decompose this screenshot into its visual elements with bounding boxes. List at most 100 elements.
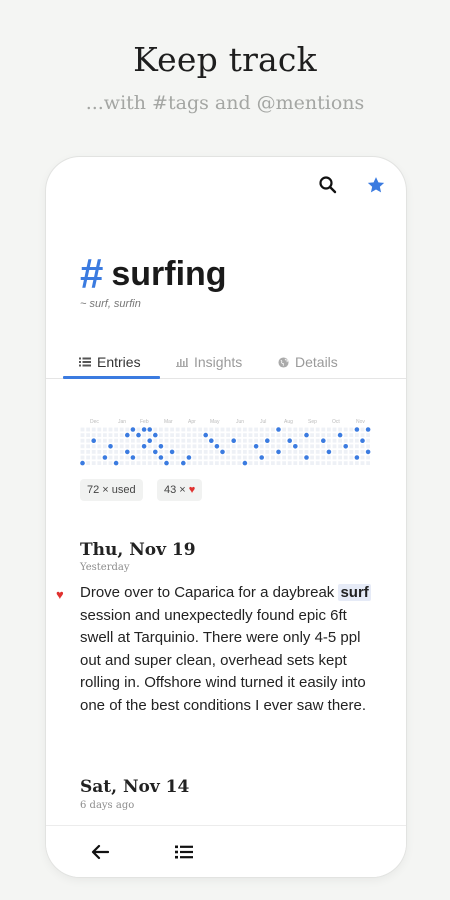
activity-cell bbox=[254, 461, 258, 465]
activity-dot bbox=[321, 438, 326, 443]
activity-cell bbox=[282, 444, 286, 449]
promo-title: Keep track bbox=[133, 40, 317, 79]
activity-cell bbox=[170, 444, 174, 449]
activity-cell bbox=[327, 444, 331, 449]
activity-dot bbox=[147, 427, 152, 432]
bottom-bar bbox=[46, 825, 406, 877]
activity-cell bbox=[119, 427, 124, 432]
activity-cell bbox=[198, 455, 202, 460]
activity-cell bbox=[343, 461, 348, 465]
activity-cell bbox=[147, 461, 152, 465]
activity-cell bbox=[343, 450, 348, 454]
entry-text[interactable]: Drove over to Caparica for a daybreak su… bbox=[80, 582, 380, 718]
activity-cell bbox=[80, 433, 85, 437]
activity-cell bbox=[80, 427, 85, 432]
activity-cell bbox=[170, 455, 174, 460]
back-arrow-icon[interactable] bbox=[88, 840, 112, 864]
tab-insights[interactable]: Insights bbox=[176, 345, 242, 379]
activity-cell bbox=[181, 455, 186, 460]
list-icon[interactable] bbox=[172, 840, 196, 864]
activity-cell bbox=[136, 450, 141, 454]
tag-highlight[interactable]: surf bbox=[338, 584, 371, 601]
activity-cell bbox=[142, 433, 146, 437]
month-label: Dec bbox=[90, 419, 99, 425]
activity-cell bbox=[366, 438, 370, 443]
activity-dot bbox=[102, 455, 108, 460]
activity-cell bbox=[254, 433, 258, 437]
activity-cell bbox=[159, 461, 163, 465]
activity-dot bbox=[253, 444, 259, 449]
activity-cell bbox=[220, 444, 225, 449]
entry-relative-date: 6 days ago bbox=[80, 800, 135, 811]
activity-cell bbox=[170, 461, 174, 465]
activity-cell bbox=[304, 461, 309, 465]
activity-cell bbox=[327, 427, 331, 432]
activity-cell bbox=[91, 433, 96, 437]
activity-cell bbox=[108, 438, 113, 443]
activity-cell bbox=[108, 450, 113, 454]
activity-cell bbox=[175, 433, 180, 437]
activity-cell bbox=[159, 438, 163, 443]
activity-cell bbox=[97, 433, 102, 437]
activity-cell bbox=[259, 433, 264, 437]
tab-details[interactable]: Details bbox=[278, 345, 338, 379]
activity-cell bbox=[86, 438, 90, 443]
tab-bar: Entries Insights Details bbox=[46, 345, 406, 379]
activity-cell bbox=[226, 444, 230, 449]
activity-cell bbox=[271, 438, 275, 443]
favorite-count: 43 × bbox=[164, 484, 186, 496]
activity-cell bbox=[192, 433, 197, 437]
activity-dot bbox=[337, 432, 343, 438]
activity-cell bbox=[349, 438, 354, 443]
activity-cell bbox=[254, 427, 258, 432]
activity-cell bbox=[103, 444, 107, 449]
activity-dot bbox=[360, 438, 365, 443]
activity-cell bbox=[108, 433, 113, 437]
activity-cell bbox=[366, 444, 370, 449]
activity-cell bbox=[220, 461, 225, 465]
activity-dot bbox=[158, 444, 164, 449]
activity-cell bbox=[237, 444, 242, 449]
activity-cell bbox=[304, 427, 309, 432]
activity-cell bbox=[231, 455, 236, 460]
activity-cell bbox=[271, 444, 275, 449]
activity-cell bbox=[321, 450, 326, 454]
activity-cell bbox=[181, 427, 186, 432]
month-label: Jul bbox=[260, 419, 267, 425]
activity-cell bbox=[243, 433, 247, 437]
activity-cell bbox=[192, 444, 197, 449]
activity-heatmap: Dec Jan Feb Mar Apr May Jun Jul Aug Sep … bbox=[80, 419, 372, 467]
activity-cell bbox=[237, 433, 242, 437]
activity-cell bbox=[304, 444, 309, 449]
activity-cell bbox=[310, 461, 314, 465]
activity-cell bbox=[259, 461, 264, 465]
activity-cell bbox=[310, 427, 314, 432]
activity-cell bbox=[349, 427, 354, 432]
tab-entries[interactable]: Entries bbox=[79, 345, 141, 379]
activity-cell bbox=[327, 433, 331, 437]
activity-cell bbox=[360, 433, 365, 437]
activity-cell bbox=[136, 438, 141, 443]
activity-cell bbox=[293, 438, 298, 443]
activity-dot bbox=[130, 427, 136, 432]
bar-chart-icon bbox=[176, 357, 188, 367]
search-icon[interactable] bbox=[316, 173, 340, 197]
activity-cell bbox=[332, 444, 337, 449]
activity-cell bbox=[220, 438, 225, 443]
activity-cell bbox=[265, 450, 270, 454]
activity-cell bbox=[114, 444, 118, 449]
activity-cell bbox=[125, 461, 130, 465]
activity-cell bbox=[215, 438, 219, 443]
activity-cell bbox=[97, 427, 102, 432]
activity-cell bbox=[142, 455, 146, 460]
activity-cell bbox=[187, 450, 191, 454]
activity-cell bbox=[265, 444, 270, 449]
activity-cell bbox=[147, 444, 152, 449]
star-icon[interactable] bbox=[364, 173, 388, 197]
activity-dot bbox=[186, 455, 192, 460]
activity-cell bbox=[332, 450, 337, 454]
entry-date[interactable]: Sat, Nov 14 bbox=[80, 777, 189, 797]
entry-date[interactable]: Thu, Nov 19 bbox=[80, 540, 196, 560]
activity-cell bbox=[287, 450, 292, 454]
activity-cell bbox=[136, 444, 141, 449]
